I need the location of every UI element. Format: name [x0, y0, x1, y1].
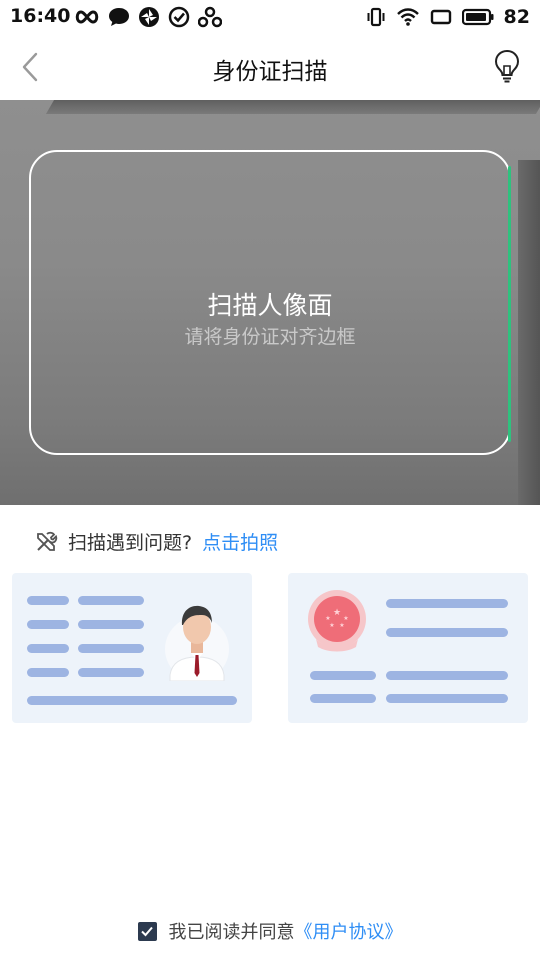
infinity-icon — [75, 10, 99, 24]
tools-icon — [37, 531, 58, 551]
page-title: 身份证扫描 — [212, 59, 328, 85]
title-bar: 身份证扫描 — [0, 34, 540, 100]
agreement-checkbox[interactable] — [137, 921, 157, 941]
scan-problem-text: 扫描遇到问题? — [68, 532, 193, 554]
svg-text:★: ★ — [339, 622, 344, 629]
check-circle-icon — [168, 6, 190, 28]
camera-background-edge — [45, 100, 540, 114]
status-right-icons: 82 — [366, 6, 530, 28]
svg-text:★: ★ — [343, 615, 348, 622]
scan-hint: 请将身份证对齐边框 — [184, 326, 356, 348]
text-line-placeholder — [78, 644, 144, 653]
link-nodes-icon — [198, 6, 222, 28]
scan-problem-row: 扫描遇到问题? 点击拍照 — [34, 528, 278, 555]
flashlight-button[interactable] — [492, 48, 522, 84]
camera-preview: 扫描人像面 请将身份证对齐边框 — [0, 100, 540, 505]
text-line-placeholder — [27, 696, 237, 705]
svg-text:★: ★ — [329, 622, 334, 629]
scan-title: 扫描人像面 — [207, 291, 333, 320]
text-line-placeholder — [310, 694, 376, 703]
agreement-row: 我已阅读并同意《用户协议》 — [0, 918, 540, 944]
vibrate-icon — [367, 7, 385, 27]
text-line-placeholder — [386, 671, 508, 680]
text-line-placeholder — [386, 628, 508, 637]
id-card-back-sample: ★ ★ ★ ★ ★ — [288, 573, 528, 723]
aperture-icon — [139, 7, 159, 27]
status-time: 16:40 — [10, 5, 71, 27]
battery-icon — [461, 8, 494, 26]
text-line-placeholder — [27, 596, 69, 605]
text-line-placeholder — [27, 668, 69, 677]
text-line-placeholder — [78, 668, 144, 677]
lightbulb-icon — [494, 49, 520, 83]
text-line-placeholder — [78, 620, 144, 629]
chat-bubble-icon — [109, 8, 129, 26]
agreement-text: 我已阅读并同意 — [168, 922, 295, 943]
text-line-placeholder — [386, 694, 508, 703]
user-agreement-link[interactable]: 《用户协议》 — [295, 922, 403, 943]
status-left-icons — [74, 6, 222, 28]
id-card-front-sample — [12, 573, 252, 723]
text-line-placeholder — [386, 599, 508, 608]
wifi-icon — [396, 8, 419, 26]
svg-text:★: ★ — [333, 608, 341, 618]
status-bar: 16:40 82 — [0, 0, 540, 34]
portrait-icon — [165, 605, 229, 681]
take-photo-link[interactable]: 点击拍照 — [202, 528, 278, 555]
text-line-placeholder — [27, 620, 69, 629]
text-line-placeholder — [78, 596, 144, 605]
text-line-placeholder — [27, 644, 69, 653]
checkmark-icon — [141, 926, 153, 937]
svg-text:★: ★ — [325, 615, 330, 622]
national-emblem-icon: ★ ★ ★ ★ ★ — [308, 590, 366, 652]
text-line-placeholder — [310, 671, 376, 680]
battery-level: 82 — [503, 6, 530, 28]
screen-icon — [430, 9, 451, 25]
